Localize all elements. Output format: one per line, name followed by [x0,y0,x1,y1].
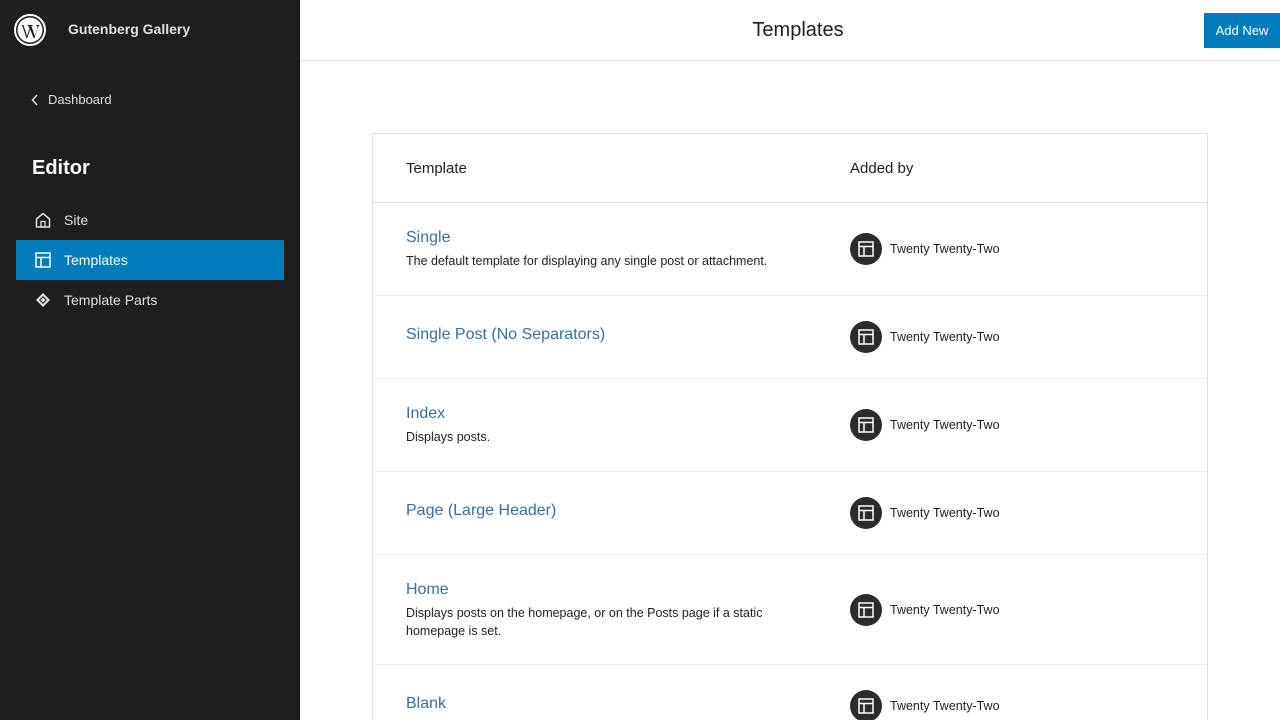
header: Templates Add New [300,0,1280,61]
sidebar: Gutenberg Gallery Dashboard Editor Site … [0,0,300,720]
layout-icon [858,241,874,257]
template-description: Displays posts. [406,430,491,444]
site-hub: Gutenberg Gallery [0,0,300,60]
author-name: Twenty Twenty-Two [890,242,1000,256]
layout-icon [858,505,874,521]
column-header-added-by: Added by [850,160,914,177]
author-name: Twenty Twenty-Two [890,418,1000,432]
theme-avatar [850,594,882,626]
template-name-link[interactable]: Home [406,581,449,599]
symbol-icon [34,291,52,309]
chevron-left-icon [31,93,38,106]
back-link-label: Dashboard [48,92,112,107]
template-name-link[interactable]: Single Post (No Separators) [406,326,605,344]
layout-icon [858,329,874,345]
template-name-link[interactable]: Blank [406,695,446,713]
author-cell: Twenty Twenty-Two [850,409,1000,441]
table-row: Index Displays posts. Twenty Twenty-Two [373,379,1207,472]
sidebar-item-templates[interactable]: Templates [16,240,284,280]
table-row: Page (Large Header) Twenty Twenty-Two [373,472,1207,555]
wordpress-logo-icon[interactable] [14,14,46,46]
template-description: Displays posts on the homepage, or on th… [406,606,763,638]
template-description: The default template for displaying any … [406,254,768,268]
author-name: Twenty Twenty-Two [890,506,1000,520]
author-name: Twenty Twenty-Two [890,699,1000,713]
theme-avatar [850,233,882,265]
add-new-button[interactable]: Add New [1204,13,1280,48]
template-name-link[interactable]: Single [406,229,450,247]
template-name-link[interactable]: Page (Large Header) [406,502,556,520]
home-icon [34,211,52,229]
theme-avatar [850,321,882,353]
layout-icon [858,698,874,714]
column-header-template: Template [406,160,467,177]
author-cell: Twenty Twenty-Two [850,690,1000,720]
sidebar-item-label: Site [64,212,89,228]
author-cell: Twenty Twenty-Two [850,233,1000,265]
theme-avatar [850,690,882,720]
author-name: Twenty Twenty-Two [890,603,1000,617]
back-to-dashboard-link[interactable]: Dashboard [30,92,112,107]
table-row: Single Post (No Separators) Twenty Twent… [373,296,1207,379]
layout-icon [858,602,874,618]
author-cell: Twenty Twenty-Two [850,594,1000,626]
sidebar-item-site[interactable]: Site [16,200,284,240]
table-header: Template Added by [373,134,1207,203]
author-cell: Twenty Twenty-Two [850,497,1000,529]
page-title: Templates [752,19,844,41]
sidebar-item-label: Templates [64,252,128,268]
author-name: Twenty Twenty-Two [890,330,1000,344]
sidebar-item-template-parts[interactable]: Template Parts [16,280,284,320]
sidebar-nav: Site Templates Template Parts [16,200,284,320]
section-title: Editor [32,157,90,179]
template-name-link[interactable]: Index [406,405,445,423]
layout-icon [858,417,874,433]
theme-avatar [850,409,882,441]
theme-avatar [850,497,882,529]
site-title[interactable]: Gutenberg Gallery [68,21,190,37]
templates-table: Template Added by Single The default tem… [372,133,1208,720]
layout-icon [34,251,52,269]
table-row: Single The default template for displayi… [373,203,1207,296]
table-row: Home Displays posts on the homepage, or … [373,555,1207,665]
sidebar-item-label: Template Parts [64,292,158,308]
table-row: Blank Twenty Twenty-Two [373,665,1207,720]
author-cell: Twenty Twenty-Two [850,321,1000,353]
